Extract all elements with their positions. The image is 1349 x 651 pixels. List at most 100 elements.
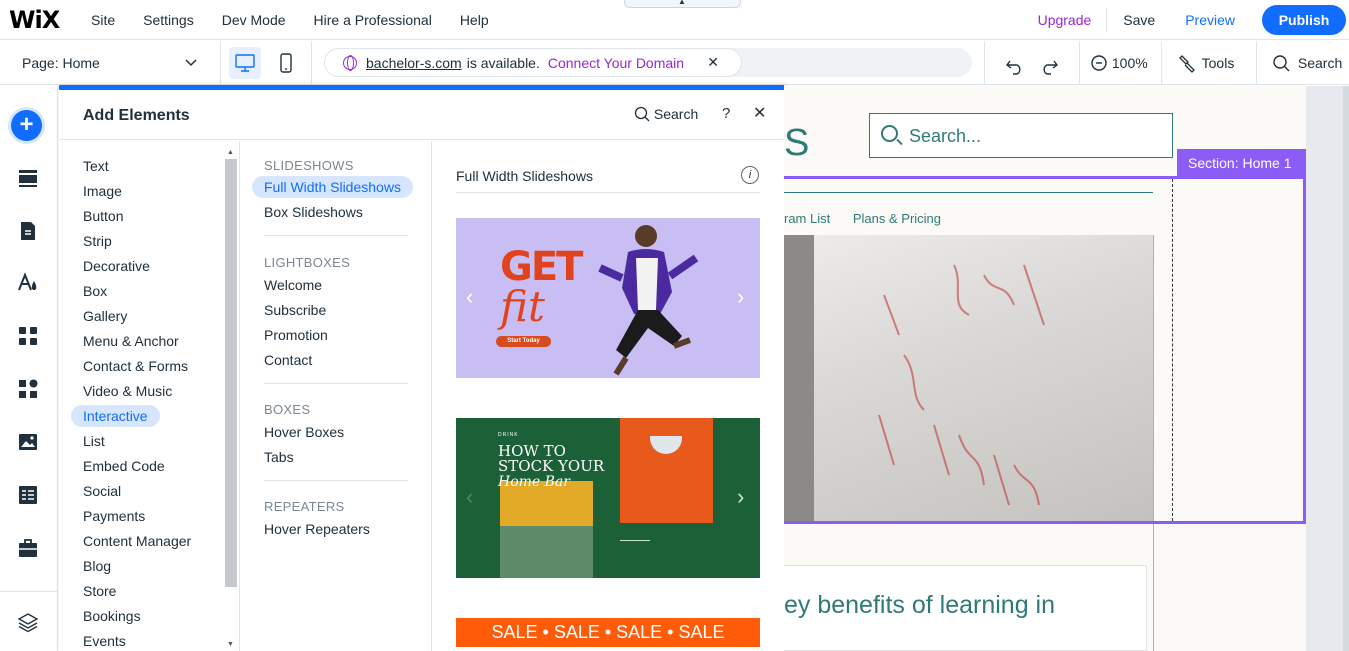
section-label[interactable]: Section: Home 1: [1177, 149, 1306, 177]
category-item[interactable]: Embed Code: [83, 458, 165, 474]
design-icon[interactable]: [17, 272, 39, 294]
category-item[interactable]: Gallery: [83, 308, 127, 324]
layers-icon[interactable]: [17, 611, 39, 633]
connect-domain-link[interactable]: Connect Your Domain: [548, 55, 684, 71]
category-list: Text Image Button Strip Decorative Box G…: [59, 141, 240, 651]
table-shape: [500, 526, 593, 578]
undo-icon: [1006, 60, 1021, 75]
cms-icon[interactable]: [17, 484, 39, 506]
menu-settings[interactable]: Settings: [143, 12, 194, 28]
category-item[interactable]: Blog: [83, 558, 111, 574]
redo-icon: [1043, 60, 1058, 75]
subcategory-item[interactable]: Hover Boxes: [264, 424, 344, 440]
undo-button[interactable]: [1005, 41, 1025, 85]
slideshow-preset-sale[interactable]: SALE • SALE • SALE • SALE: [456, 618, 760, 647]
close-icon[interactable]: ✕: [707, 54, 719, 71]
site-search-input[interactable]: Search...: [869, 113, 1173, 158]
subcategory-item[interactable]: Welcome: [264, 277, 322, 293]
category-item[interactable]: Content Manager: [83, 533, 191, 549]
scroll-up-icon[interactable]: ▲: [227, 149, 234, 156]
category-item[interactable]: Strip: [83, 233, 112, 249]
subcategory-item[interactable]: Hover Repeaters: [264, 521, 370, 537]
mobile-view-button[interactable]: [270, 47, 302, 79]
domain-link[interactable]: bachelor-s.com: [366, 55, 462, 71]
subcategory-item[interactable]: Box Slideshows: [264, 204, 363, 220]
category-item[interactable]: Store: [83, 583, 116, 599]
help-icon[interactable]: ?: [722, 105, 730, 122]
search-button[interactable]: Search: [1272, 41, 1342, 85]
scroll-down-icon[interactable]: ▼: [227, 641, 234, 648]
divider: [264, 235, 408, 236]
pages-icon[interactable]: [17, 220, 39, 242]
tools-label: Tools: [1201, 55, 1235, 71]
subcategory-item-active[interactable]: Full Width Slideshows: [252, 176, 413, 198]
redo-button[interactable]: [1039, 41, 1059, 85]
media-icon[interactable]: [17, 431, 39, 453]
category-item[interactable]: Video & Music: [83, 383, 172, 399]
panel-search-button[interactable]: Search: [634, 106, 698, 122]
desktop-icon: [235, 54, 255, 72]
mobile-icon: [280, 53, 292, 73]
category-item[interactable]: Bookings: [83, 608, 141, 624]
publish-button[interactable]: Publish: [1262, 5, 1346, 35]
category-item[interactable]: List: [83, 433, 105, 449]
info-icon[interactable]: i: [741, 166, 759, 184]
tools-button[interactable]: Tools: [1178, 41, 1234, 85]
slideshow-preset-get-fit[interactable]: GET fit Start Today ‹ ›: [456, 218, 760, 378]
subcategory-item[interactable]: Promotion: [264, 327, 328, 343]
category-item[interactable]: Button: [83, 208, 123, 224]
category-item[interactable]: Image: [83, 183, 122, 199]
divider: [220, 41, 221, 85]
category-item[interactable]: Decorative: [83, 258, 150, 274]
divider: [264, 383, 408, 384]
collapse-tab[interactable]: ▲: [624, 0, 741, 8]
wix-logo[interactable]: WiX: [9, 6, 60, 34]
upgrade-button[interactable]: Upgrade: [1038, 8, 1108, 32]
divider: [1079, 41, 1080, 85]
divider: [1161, 41, 1162, 85]
preview-button[interactable]: Preview: [1185, 12, 1235, 28]
subcategory-item[interactable]: Contact: [264, 352, 312, 368]
section-selection-box[interactable]: [784, 176, 1306, 524]
group-heading: REPEATERS: [264, 499, 345, 514]
desktop-view-button[interactable]: [229, 47, 261, 79]
group-heading: LIGHTBOXES: [264, 255, 351, 270]
page-selector[interactable]: Page: Home: [22, 41, 197, 85]
category-item[interactable]: Text: [83, 158, 109, 174]
add-elements-icon[interactable]: +: [11, 110, 42, 141]
menu-help[interactable]: Help: [460, 12, 489, 28]
portfolio-icon[interactable]: [17, 537, 39, 559]
scrollbar-thumb[interactable]: [225, 159, 237, 587]
apps-icon[interactable]: [17, 325, 39, 347]
category-item[interactable]: Contact & Forms: [83, 358, 188, 374]
category-item-active[interactable]: Interactive: [71, 405, 160, 427]
martini-image: [620, 418, 713, 523]
subcategory-item[interactable]: Subscribe: [264, 302, 326, 318]
scrollbar[interactable]: [1343, 86, 1349, 651]
close-icon[interactable]: ✕: [753, 103, 766, 123]
menu-hire-professional[interactable]: Hire a Professional: [314, 12, 432, 28]
slideshow-preset-home-bar[interactable]: DRINK HOW TO STOCK YOUR Home Bar ‹ ›: [456, 418, 760, 578]
divider: [984, 41, 985, 85]
chevron-right-icon: ›: [737, 284, 745, 309]
menu-site[interactable]: Site: [91, 12, 115, 28]
chevron-up-icon: ▲: [678, 0, 686, 6]
section-gridline: [1172, 179, 1173, 521]
zoom-control[interactable]: 100%: [1090, 41, 1148, 85]
sections-icon[interactable]: [17, 167, 39, 189]
add-elements-panel: Add Elements Search ? ✕ Text Image Butto…: [59, 85, 784, 651]
category-item[interactable]: Social: [83, 483, 121, 499]
preset-subheading: fit: [500, 282, 545, 331]
subcategory-item[interactable]: Tabs: [264, 449, 294, 465]
canvas-gutter: [1306, 86, 1349, 651]
divider: [620, 540, 650, 541]
menu-dev-mode[interactable]: Dev Mode: [222, 12, 286, 28]
preset-button: Start Today: [496, 336, 551, 347]
category-item[interactable]: Events: [83, 633, 126, 649]
category-item[interactable]: Payments: [83, 508, 145, 524]
business-apps-icon[interactable]: [17, 378, 39, 400]
zoom-out-icon: [1091, 55, 1107, 71]
category-item[interactable]: Box: [83, 283, 107, 299]
category-item[interactable]: Menu & Anchor: [83, 333, 179, 349]
save-button[interactable]: Save: [1123, 12, 1155, 28]
